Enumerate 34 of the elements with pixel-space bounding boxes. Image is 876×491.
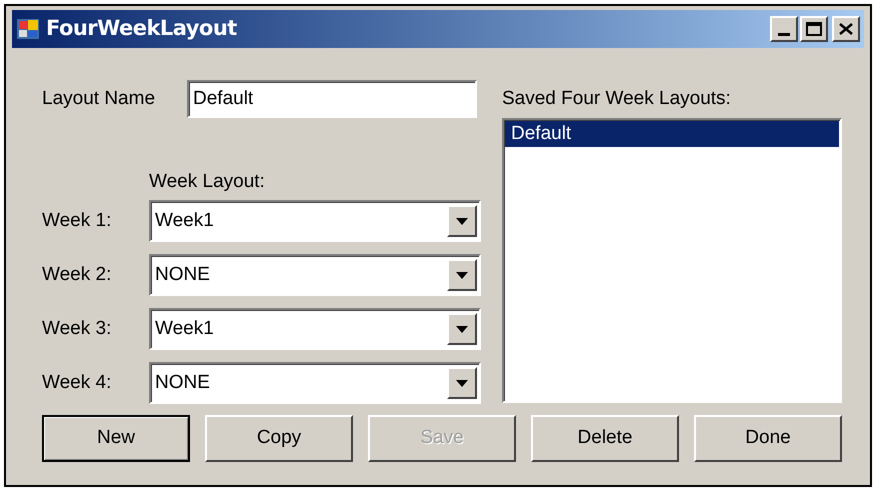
saved-layouts-label: Saved Four Week Layouts: (502, 86, 732, 111)
dropdown-arrow-button[interactable] (447, 313, 477, 345)
dropdown-arrow-button[interactable] (447, 205, 477, 237)
maximize-button[interactable] (800, 16, 828, 42)
layout-name-label: Layout Name (42, 86, 156, 111)
action-button[interactable]: Done (694, 415, 842, 462)
caret-icon (456, 380, 468, 386)
action-button[interactable]: Delete (531, 415, 679, 462)
list-item[interactable]: Default (505, 121, 839, 147)
close-icon (839, 23, 853, 35)
week-layout-label: Week Layout: (149, 170, 266, 194)
layout-name-field[interactable]: Default (187, 80, 477, 118)
saved-layouts-list[interactable]: Default (502, 118, 842, 403)
week-layout-dropdown[interactable]: Week1 (149, 308, 481, 350)
caret-icon (456, 326, 468, 332)
minimize-button[interactable] (770, 16, 798, 42)
week-label: Week 3: (42, 316, 112, 341)
action-button[interactable]: Copy (205, 415, 353, 462)
week-layout-dropdown[interactable]: Week1 (149, 200, 481, 242)
dropdown-arrow-button[interactable] (447, 259, 477, 291)
caret-icon (456, 218, 468, 224)
caret-icon (456, 272, 468, 278)
week-label: Week 2: (42, 262, 112, 287)
app-icon (16, 17, 40, 41)
action-button[interactable]: New (42, 415, 190, 462)
dropdown-arrow-button[interactable] (447, 367, 477, 399)
week-layout-dropdown[interactable]: NONE (149, 362, 481, 404)
close-button[interactable] (832, 16, 860, 42)
week-label: Week 4: (42, 370, 112, 395)
maximize-icon (806, 22, 822, 36)
window-title: FourWeekLayout (46, 15, 237, 42)
week-layout-dropdown[interactable]: NONE (149, 254, 481, 296)
week-label: Week 1: (42, 208, 112, 233)
minimize-icon (778, 33, 790, 36)
